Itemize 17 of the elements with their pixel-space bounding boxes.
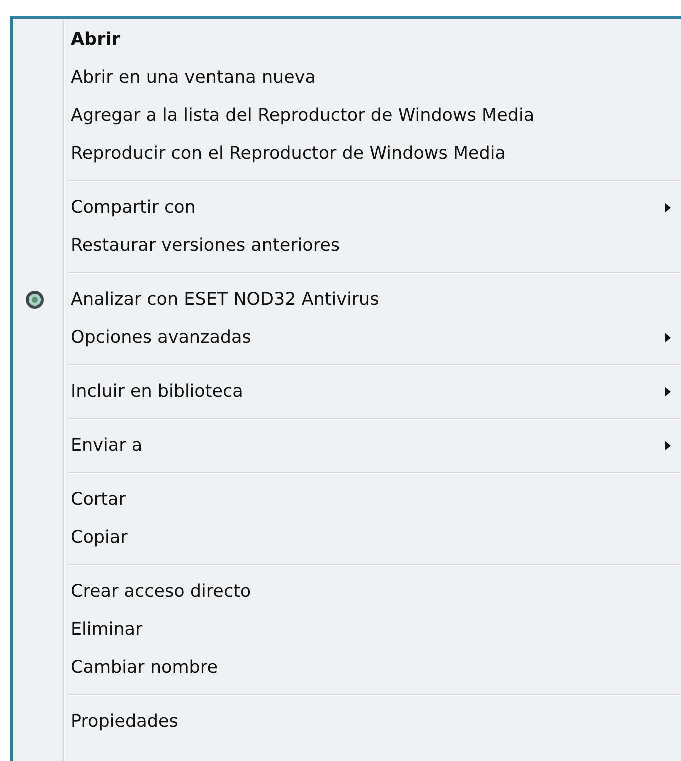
menu-item[interactable]: Compartir con [64,189,681,227]
menu-item[interactable]: Restaurar versiones anteriores [64,227,681,265]
menu-item[interactable]: Opciones avanzadas [64,319,681,357]
menu-item[interactable]: Copiar [64,519,681,557]
menu-item[interactable]: Incluir en biblioteca [64,373,681,411]
menu-item[interactable]: Agregar a la lista del Reproductor de Windows Media [64,97,681,135]
menu-item[interactable]: Abrir [64,21,681,59]
menu-item[interactable]: Cambiar nombre [64,649,681,687]
menu-item[interactable]: Cortar [64,481,681,519]
menu-item[interactable]: Abrir en una ventana nueva [64,59,681,97]
menu-item[interactable]: Eliminar [64,611,681,649]
menu-item[interactable]: Propiedades [64,703,681,741]
menu-item[interactable]: Enviar a [64,427,681,465]
menu-item[interactable]: Reproducir con el Reproductor de Windows Media [64,135,681,173]
eye-icon [25,290,45,310]
menu-item[interactable]: Crear acceso directo [64,573,681,611]
menu-item[interactable]: Analizar con ESET NOD32 Antivirus [64,281,681,319]
